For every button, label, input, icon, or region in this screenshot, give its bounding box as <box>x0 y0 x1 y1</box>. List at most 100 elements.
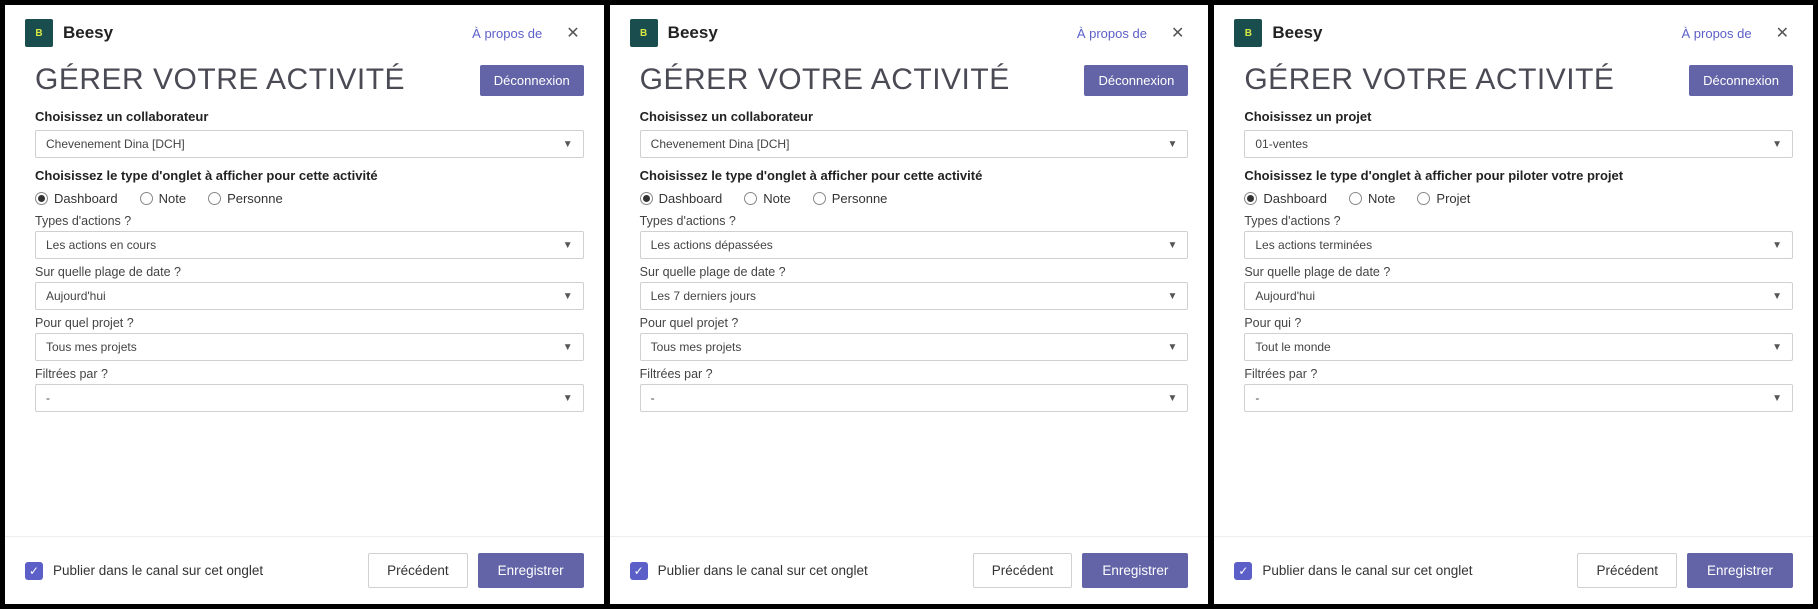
field-label: Types d'actions ? <box>1244 214 1793 228</box>
date-range-select[interactable]: Les 7 derniers jours▼ <box>640 282 1189 310</box>
close-icon[interactable]: ✕ <box>1772 19 1793 47</box>
radio-icon <box>640 192 653 205</box>
save-button[interactable]: Enregistrer <box>1687 553 1793 588</box>
radio-icon <box>1244 192 1257 205</box>
field-label: Sur quelle plage de date ? <box>1244 265 1793 279</box>
content-scroll[interactable]: GÉRER VOTRE ACTIVITÉ Déconnexion Choisis… <box>1214 57 1813 536</box>
field-label: Filtrées par ? <box>35 367 584 381</box>
project-select-top[interactable]: 01-ventes▼ <box>1244 130 1793 158</box>
field-label: Pour quel projet ? <box>35 316 584 330</box>
save-button[interactable]: Enregistrer <box>1082 553 1188 588</box>
field-label: Types d'actions ? <box>640 214 1189 228</box>
collaborator-select[interactable]: Chevenement Dina [DCH] ▼ <box>35 130 584 158</box>
publish-checkbox[interactable]: ✓ <box>1234 562 1252 580</box>
publish-label: Publier dans le canal sur cet onglet <box>53 563 358 578</box>
header: B Beesy À propos de ✕ <box>610 5 1209 57</box>
app-name: Beesy <box>668 23 1067 43</box>
publish-label: Publier dans le canal sur cet onglet <box>1262 563 1567 578</box>
save-button[interactable]: Enregistrer <box>478 553 584 588</box>
logout-button[interactable]: Déconnexion <box>1689 65 1793 96</box>
chevron-down-icon: ▼ <box>563 291 573 302</box>
choose-project-label: Choisissez un projet <box>1244 109 1793 124</box>
field-label: Pour qui ? <box>1244 316 1793 330</box>
about-link[interactable]: À propos de <box>472 26 542 41</box>
previous-button[interactable]: Précédent <box>973 553 1073 588</box>
action-type-select[interactable]: Les actions terminées▼ <box>1244 231 1793 259</box>
radio-note[interactable]: Note <box>1349 191 1395 206</box>
radio-note[interactable]: Note <box>744 191 790 206</box>
radio-personne[interactable]: Personne <box>208 191 283 206</box>
radio-group: Dashboard Note Personne <box>640 191 1189 206</box>
header: B Beesy À propos de ✕ <box>5 5 604 57</box>
page-title: GÉRER VOTRE ACTIVITÉ <box>35 63 405 97</box>
action-type-select[interactable]: Les actions en cours▼ <box>35 231 584 259</box>
publish-checkbox[interactable]: ✓ <box>25 562 43 580</box>
filter-select[interactable]: -▼ <box>1244 384 1793 412</box>
header: B Beesy À propos de ✕ <box>1214 5 1813 57</box>
beesy-logo: B <box>25 19 53 47</box>
radio-dashboard[interactable]: Dashboard <box>640 191 723 206</box>
publish-checkbox[interactable]: ✓ <box>630 562 648 580</box>
field-label: Filtrées par ? <box>1244 367 1793 381</box>
radio-group: Dashboard Note Projet <box>1244 191 1793 206</box>
field-label: Sur quelle plage de date ? <box>35 265 584 279</box>
content-scroll[interactable]: GÉRER VOTRE ACTIVITÉ Déconnexion Choisis… <box>5 57 604 536</box>
about-link[interactable]: À propos de <box>1682 26 1752 41</box>
action-type-select[interactable]: Les actions dépassées▼ <box>640 231 1189 259</box>
tab-type-label: Choisissez le type d'onglet à afficher p… <box>1244 168 1793 183</box>
radio-dashboard[interactable]: Dashboard <box>1244 191 1327 206</box>
choose-collab-label: Choisissez un collaborateur <box>35 109 584 124</box>
field-label: Types d'actions ? <box>35 214 584 228</box>
beesy-logo: B <box>630 19 658 47</box>
radio-icon <box>744 192 757 205</box>
project-select[interactable]: Tous mes projets▼ <box>35 333 584 361</box>
chevron-down-icon: ▼ <box>1772 342 1782 353</box>
radio-icon <box>1349 192 1362 205</box>
chevron-down-icon: ▼ <box>1772 393 1782 404</box>
chevron-down-icon: ▼ <box>1167 240 1177 251</box>
footer: ✓ Publier dans le canal sur cet onglet P… <box>610 536 1209 604</box>
radio-note[interactable]: Note <box>140 191 186 206</box>
radio-projet[interactable]: Projet <box>1417 191 1470 206</box>
filter-select[interactable]: -▼ <box>640 384 1189 412</box>
radio-personne[interactable]: Personne <box>813 191 888 206</box>
config-panel-3: B Beesy À propos de ✕ GÉRER VOTRE ACTIVI… <box>1213 4 1814 605</box>
close-icon[interactable]: ✕ <box>562 19 583 47</box>
chevron-down-icon: ▼ <box>563 393 573 404</box>
radio-icon <box>1417 192 1430 205</box>
about-link[interactable]: À propos de <box>1077 26 1147 41</box>
radio-dashboard[interactable]: Dashboard <box>35 191 118 206</box>
chevron-down-icon: ▼ <box>1772 291 1782 302</box>
choose-collab-label: Choisissez un collaborateur <box>640 109 1189 124</box>
collaborator-value: Chevenement Dina [DCH] <box>46 137 185 151</box>
close-icon[interactable]: ✕ <box>1167 19 1188 47</box>
radio-icon <box>813 192 826 205</box>
date-range-select[interactable]: Aujourd'hui▼ <box>35 282 584 310</box>
previous-button[interactable]: Précédent <box>368 553 468 588</box>
chevron-down-icon: ▼ <box>563 139 573 150</box>
tab-type-label: Choisissez le type d'onglet à afficher p… <box>640 168 1189 183</box>
collaborator-select[interactable]: Chevenement Dina [DCH]▼ <box>640 130 1189 158</box>
date-range-select[interactable]: Aujourd'hui▼ <box>1244 282 1793 310</box>
radio-group: Dashboard Note Personne <box>35 191 584 206</box>
field-label: Filtrées par ? <box>640 367 1189 381</box>
field-label: Pour quel projet ? <box>640 316 1189 330</box>
chevron-down-icon: ▼ <box>1772 139 1782 150</box>
publish-label: Publier dans le canal sur cet onglet <box>658 563 963 578</box>
footer: ✓ Publier dans le canal sur cet onglet P… <box>1214 536 1813 604</box>
config-panel-1: B Beesy À propos de ✕ GÉRER VOTRE ACTIVI… <box>4 4 605 605</box>
previous-button[interactable]: Précédent <box>1577 553 1677 588</box>
beesy-logo: B <box>1234 19 1262 47</box>
project-select[interactable]: Tous mes projets▼ <box>640 333 1189 361</box>
field-label: Sur quelle plage de date ? <box>640 265 1189 279</box>
chevron-down-icon: ▼ <box>1772 240 1782 251</box>
content-scroll[interactable]: GÉRER VOTRE ACTIVITÉ Déconnexion Choisis… <box>610 57 1209 536</box>
radio-icon <box>35 192 48 205</box>
chevron-down-icon: ▼ <box>1167 139 1177 150</box>
filter-select[interactable]: -▼ <box>35 384 584 412</box>
logout-button[interactable]: Déconnexion <box>1084 65 1188 96</box>
radio-icon <box>208 192 221 205</box>
who-select[interactable]: Tout le monde▼ <box>1244 333 1793 361</box>
logout-button[interactable]: Déconnexion <box>480 65 584 96</box>
footer: ✓ Publier dans le canal sur cet onglet P… <box>5 536 604 604</box>
